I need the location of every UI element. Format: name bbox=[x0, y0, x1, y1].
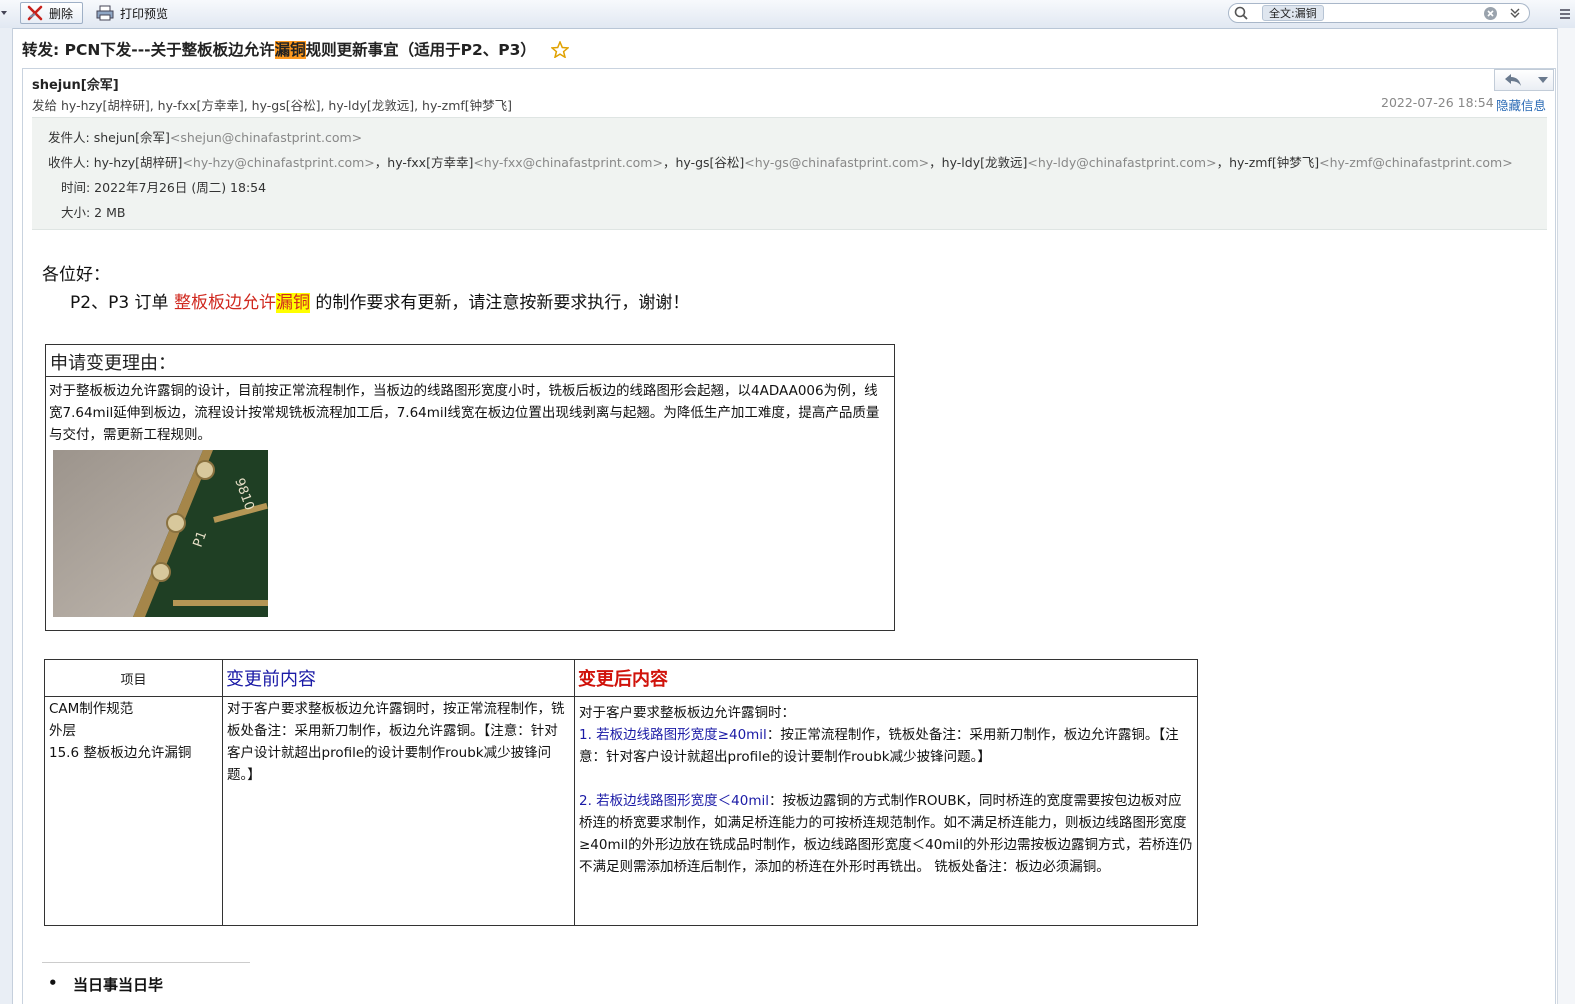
notice-red: 整板板边允许 bbox=[173, 293, 276, 313]
star-icon[interactable] bbox=[550, 40, 571, 59]
notice-suffix: 的制作要求有更新，请注意按新要求执行，谢谢！ bbox=[309, 293, 690, 313]
header-after: 变更后内容 bbox=[574, 659, 1198, 697]
signature-divider bbox=[42, 962, 250, 963]
after-rule-1: 1. 若板边线路图形宽度≥40mil：按正常流程制作，铣板处备注：采用新刀制作，… bbox=[575, 724, 1197, 768]
search-input[interactable]: 全文:漏铜 bbox=[1228, 3, 1530, 23]
print-preview-button[interactable]: 打印预览 bbox=[90, 2, 184, 24]
recipient-email[interactable]: <hy-zmf@chinafastprint.com> bbox=[1319, 155, 1513, 170]
recipient-separator: ， bbox=[662, 155, 676, 170]
recipient-email[interactable]: <hy-gs@chinafastprint.com> bbox=[744, 155, 929, 170]
delete-label: 删除 bbox=[49, 6, 74, 21]
time-row: 时间: 2022年7月26日 (周二) 18:54 bbox=[61, 180, 267, 195]
after-rule-2-head: 2. 若板边线路图形宽度＜40mil bbox=[579, 793, 770, 809]
after-rule-2: 2. 若板边线路图形宽度＜40mil：按板边露铜的方式制作ROUBK，同时桥连的… bbox=[575, 790, 1197, 878]
size-row: 大小: 2 MB bbox=[61, 205, 126, 220]
to-row: 收件人: hy-hzy[胡梓研]<hy-hzy@chinafastprint.c… bbox=[48, 152, 1513, 171]
subject-prefix: 转发: PCN下发---关于整板板边允许 bbox=[22, 41, 275, 59]
table-header-row: 项目 变更前内容 变更后内容 bbox=[44, 659, 1198, 697]
printer-icon bbox=[96, 5, 114, 21]
recipient-email[interactable]: <hy-fxx@chinafastprint.com> bbox=[473, 155, 663, 170]
search-icon bbox=[1234, 6, 1248, 20]
to-label: 收件人: bbox=[48, 155, 94, 170]
reason-text: 对于整板板边允许露铜的设计，目前按正常流程制作，当板边的线路图形宽度小时，铣板后… bbox=[49, 383, 880, 443]
subject-highlight: 漏铜 bbox=[274, 41, 306, 59]
left-panel-edge[interactable] bbox=[0, 28, 13, 1004]
recipient-name[interactable]: hy-hzy[胡梓研] bbox=[94, 155, 183, 170]
recipient-email[interactable]: <hy-ldy@chinafastprint.com> bbox=[1027, 155, 1216, 170]
recipient-separator: ， bbox=[374, 155, 388, 170]
reason-table: 申请变更理由： 对于整板板边允许露铜的设计，目前按正常流程制作，当板边的线路图形… bbox=[45, 344, 895, 631]
from-row: 发件人: shejun[佘军]<shejun@chinafastprint.co… bbox=[48, 127, 362, 146]
recipient-separator: ， bbox=[1216, 155, 1230, 170]
email-details: 发件人: shejun[佘军]<shejun@chinafastprint.co… bbox=[32, 117, 1547, 230]
recipient-separator: ， bbox=[929, 155, 942, 170]
email-subject: 转发: PCN下发---关于整板板边允许漏铜规则更新事宜（适用于P2、P3） bbox=[22, 38, 571, 60]
recipients-summary: 发给 hy-hzy[胡梓研], hy-fxx[方幸幸], hy-gs[谷松], … bbox=[32, 98, 513, 113]
recipient-email[interactable]: <hy-hzy@chinafastprint.com> bbox=[182, 155, 374, 170]
delete-button[interactable]: 删除 bbox=[20, 2, 83, 24]
from-name[interactable]: shejun[佘军] bbox=[94, 130, 170, 145]
from-label: 发件人: bbox=[48, 130, 94, 145]
pcb-photo: 9810 P1 bbox=[53, 450, 268, 617]
chevron-down-icon[interactable] bbox=[1537, 76, 1549, 84]
change-table: 项目 变更前内容 变更后内容 CAM制作规范 外层 15.6 整板板边允许漏铜 … bbox=[44, 659, 1198, 926]
sender-name[interactable]: shejun[佘军] bbox=[32, 74, 119, 93]
recipient-name[interactable]: hy-zmf[钟梦飞] bbox=[1229, 155, 1319, 170]
after-intro: 对于客户要求整板板边允许露铜时： bbox=[579, 705, 795, 721]
signature-text: 当日事当日毕 bbox=[73, 976, 164, 994]
after-cell: 对于客户要求整板板边允许露铜时： 1. 若板边线路图形宽度≥40mil：按正常流… bbox=[574, 696, 1198, 926]
email-date: 2022-07-26 18:54 bbox=[1381, 95, 1494, 110]
subject-suffix: 规则更新事宜（适用于P2、P3） bbox=[305, 41, 536, 59]
recipient-name[interactable]: hy-gs[谷松] bbox=[675, 155, 744, 170]
item-cell: CAM制作规范 外层 15.6 整板板边允许漏铜 bbox=[44, 696, 223, 926]
item-line: 15.6 整板板边允许漏铜 bbox=[49, 745, 192, 761]
greeting: 各位好： bbox=[42, 265, 110, 285]
notice-highlight: 漏铜 bbox=[275, 293, 310, 313]
toolbar: 删除 打印预览 全文:漏铜 bbox=[0, 0, 1575, 29]
signature-bullet: 当日事当日毕 bbox=[48, 974, 163, 995]
search-scope-tag[interactable]: 全文:漏铜 bbox=[1262, 5, 1324, 21]
before-text: 对于客户要求整板板边允许露铜时，按正常流程制作，铣板处备注：采用新刀制作，板边允… bbox=[227, 701, 565, 783]
header-before: 变更前内容 bbox=[222, 659, 575, 697]
table-row: CAM制作规范 外层 15.6 整板板边允许漏铜 对于客户要求整板板边允许露铜时… bbox=[44, 696, 1198, 926]
item-line: 外层 bbox=[49, 723, 76, 739]
scrollbar[interactable] bbox=[1557, 28, 1575, 1004]
hide-info-link[interactable]: 隐藏信息 bbox=[1496, 95, 1546, 114]
reply-button-group[interactable] bbox=[1494, 69, 1554, 91]
menu-icon[interactable] bbox=[1558, 7, 1572, 21]
print-preview-label: 打印预览 bbox=[120, 6, 169, 21]
header-item: 项目 bbox=[44, 659, 223, 697]
from-email[interactable]: <shejun@chinafastprint.com> bbox=[170, 130, 362, 145]
recipient-name[interactable]: hy-ldy[龙敦远] bbox=[942, 155, 1028, 170]
notice-line: P2、P3 订单 整板板边允许漏铜 的制作要求有更新，请注意按新要求执行，谢谢！ bbox=[70, 288, 689, 313]
recipient-name[interactable]: hy-fxx[方幸幸] bbox=[387, 155, 473, 170]
after-rule-1-head: 1. 若板边线路图形宽度≥40mil bbox=[579, 727, 767, 743]
search-options-icon[interactable] bbox=[1508, 7, 1522, 19]
notice-prefix: P2、P3 订单 bbox=[70, 293, 174, 313]
item-line: CAM制作规范 bbox=[49, 701, 134, 717]
reply-icon[interactable] bbox=[1503, 73, 1523, 87]
before-cell: 对于客户要求整板板边允许露铜时，按正常流程制作，铣板处备注：采用新刀制作，板边允… bbox=[222, 696, 575, 926]
delete-icon bbox=[27, 5, 43, 21]
reason-title: 申请变更理由： bbox=[46, 345, 894, 377]
chevron-down-icon[interactable] bbox=[0, 9, 8, 17]
clear-search-icon[interactable] bbox=[1483, 6, 1498, 21]
